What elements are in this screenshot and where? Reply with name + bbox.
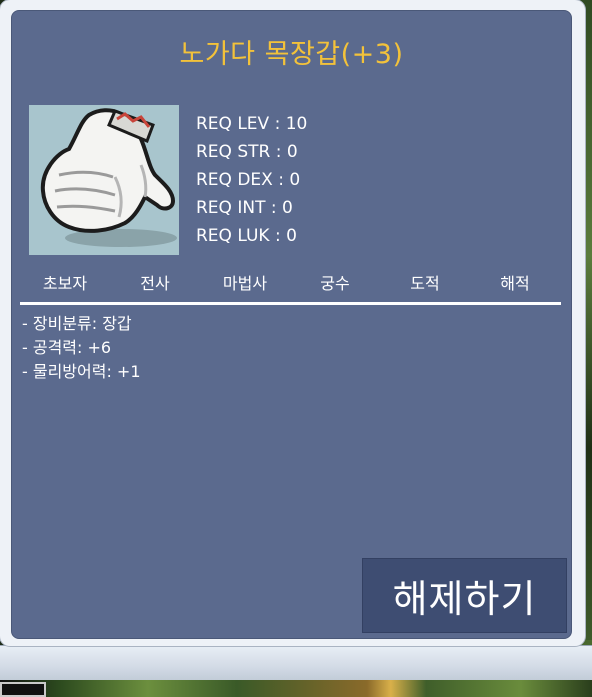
item-tooltip-window: 노가다 목장갑(+3) REQ LEV : 10 REQ STR : 0 REQ… (0, 0, 585, 646)
window-bottom-bar (0, 645, 592, 681)
item-icon-frame (29, 105, 179, 255)
item-stat-list: - 장비분류: 장갑 - 공격력: +6 - 물리방어력: +1 (22, 312, 141, 384)
section-divider (20, 302, 561, 305)
stat-attack: - 공격력: +6 (22, 338, 112, 357)
hud-slot (0, 682, 46, 697)
class-archer: 궁수 (320, 274, 350, 293)
game-ground (0, 680, 592, 697)
req-dex: REQ DEX : 0 (196, 170, 301, 190)
unequip-button[interactable]: 해제하기 (362, 558, 567, 633)
req-luk: REQ LUK : 0 (196, 226, 297, 246)
class-beginner: 초보자 (42, 274, 88, 293)
req-level: REQ LEV : 10 (196, 114, 308, 134)
class-magician: 마법사 (222, 274, 268, 293)
stat-equip-type: - 장비분류: 장갑 (22, 314, 132, 333)
item-name: 노가다 목장갑(+3) (179, 39, 404, 70)
white-work-glove-icon (40, 108, 177, 247)
class-warrior: 전사 (140, 274, 170, 293)
requirement-list: REQ LEV : 10 REQ STR : 0 REQ DEX : 0 REQ… (196, 110, 307, 250)
class-pirate: 해적 (500, 274, 530, 293)
job-class-list: 초보자 전사 마법사 궁수 도적 해적 (20, 270, 560, 294)
class-thief: 도적 (410, 274, 440, 293)
req-str: REQ STR : 0 (196, 142, 298, 162)
req-int: REQ INT : 0 (196, 198, 293, 218)
stat-defense: - 물리방어력: +1 (22, 362, 141, 381)
